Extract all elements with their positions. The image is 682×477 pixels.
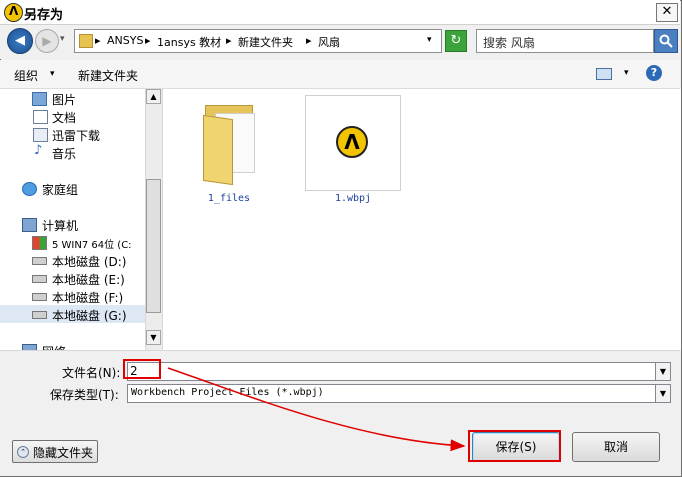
organize-button[interactable]: 组织: [14, 67, 38, 84]
address-dropdown-icon[interactable]: ▾: [427, 35, 432, 45]
nav-item-label: 文档: [52, 111, 77, 125]
ansys-logo-icon: Λ: [336, 126, 368, 158]
nav-item-drive-g[interactable]: 本地磁盘 (G:): [0, 305, 145, 323]
save-highlight-box: [468, 430, 561, 462]
close-button[interactable]: ✕: [656, 3, 678, 22]
nav-item-label: 图片: [52, 93, 77, 107]
breadcrumb-new-folder[interactable]: 新建文件夹: [238, 34, 293, 50]
music-icon: ♪: [34, 143, 43, 158]
nav-item-label: 计算机: [42, 219, 79, 233]
nav-item-drive-e[interactable]: 本地磁盘 (E:): [0, 269, 145, 287]
nav-item-label: 迅雷下载: [52, 129, 101, 143]
nav-item-label: 网络: [42, 343, 66, 350]
crumb-separator-icon[interactable]: ▸: [226, 34, 232, 47]
drive-icon: [32, 257, 47, 265]
forward-button[interactable]: ▶: [35, 29, 59, 53]
search-input[interactable]: 搜索 风扇: [476, 29, 654, 53]
address-bar[interactable]: ▸ ANSYS ▸ 1ansys 教材 ▸ 新建文件夹 ▸ 风扇 ▾: [74, 29, 442, 53]
nav-item-music[interactable]: ♪ 音乐: [0, 143, 145, 161]
nav-item-thunder-download[interactable]: 迅雷下载: [0, 125, 145, 143]
file-name: 1.wbpj: [334, 193, 372, 204]
title-bar: Λ 另存为 ✕: [0, 0, 680, 25]
navigation-pane: 图片 文档 迅雷下载 ♪ 音乐 家庭组 计算机 5 WIN7 64位 (C: 本…: [0, 89, 145, 350]
documents-icon: [33, 110, 48, 124]
nav-item-drive-d[interactable]: 本地磁盘 (D:): [0, 251, 145, 269]
file-list-pane: 1_files Λ 1.wbpj: [162, 89, 681, 350]
crumb-separator-icon[interactable]: ▸: [95, 34, 101, 47]
view-dropdown-icon[interactable]: ▾: [624, 68, 629, 78]
refresh-button[interactable]: ↻: [445, 30, 467, 52]
nav-item-label: 本地磁盘 (E:): [52, 273, 125, 287]
filetype-dropdown-icon[interactable]: ▼: [655, 384, 671, 403]
nav-item-label: 音乐: [52, 147, 77, 161]
file-name: 1_files: [207, 193, 251, 204]
nav-item-pictures[interactable]: 图片: [0, 89, 145, 107]
scroll-up-icon[interactable]: ▲: [146, 89, 161, 104]
scroll-thumb[interactable]: [146, 179, 161, 313]
new-folder-button[interactable]: 新建文件夹: [78, 67, 138, 84]
drive-icon: [32, 293, 47, 301]
filetype-label: 保存类型(T):: [50, 388, 119, 402]
windows-drive-icon: [32, 236, 47, 250]
pictures-icon: [32, 92, 47, 106]
ansys-logo-icon: Λ: [4, 3, 23, 22]
filetype-value: Workbench Project Files (*.wbpj): [131, 387, 324, 398]
computer-icon: [22, 218, 37, 232]
window-title: 另存为: [24, 8, 64, 23]
navigation-bar: ◀ ▶ ▾ ▸ ANSYS ▸ 1ansys 教材 ▸ 新建文件夹 ▸ 风扇 ▾…: [0, 25, 680, 59]
organize-dropdown-icon[interactable]: ▾: [50, 69, 55, 79]
nav-item-label: 本地磁盘 (D:): [52, 255, 127, 269]
folder-icon: [181, 95, 277, 191]
filename-dropdown-icon[interactable]: ▼: [655, 362, 671, 381]
crumb-separator-icon[interactable]: ▸: [306, 34, 312, 47]
folder-icon: [79, 34, 93, 48]
drive-icon: [32, 311, 47, 319]
back-button[interactable]: ◀: [7, 28, 33, 54]
search-placeholder: 搜索 风扇: [483, 36, 535, 50]
nav-item-network[interactable]: 网络: [0, 341, 145, 350]
homegroup-icon: [22, 182, 37, 196]
help-icon[interactable]: ?: [646, 65, 662, 81]
nav-item-label: 本地磁盘 (F:): [52, 291, 124, 305]
breadcrumb-1ansys-textbook[interactable]: 1ansys 教材: [157, 34, 221, 50]
cancel-button[interactable]: 取消: [572, 432, 660, 462]
hide-folders-label: 隐藏文件夹: [33, 446, 94, 460]
filename-input[interactable]: 2: [127, 362, 656, 381]
nav-item-drive-c[interactable]: 5 WIN7 64位 (C:: [0, 233, 145, 251]
scroll-down-icon[interactable]: ▼: [146, 330, 161, 345]
nav-item-drive-f[interactable]: 本地磁盘 (F:): [0, 287, 145, 305]
nav-item-label: 家庭组: [42, 183, 79, 197]
nav-item-computer[interactable]: 计算机: [0, 215, 145, 233]
save-form-panel: 文件名(N): 2 ▼ 保存类型(T): Workbench Project F…: [0, 350, 680, 476]
nav-item-documents[interactable]: 文档: [0, 107, 145, 125]
filetype-select[interactable]: Workbench Project Files (*.wbpj): [127, 384, 656, 403]
thunder-download-icon: [33, 128, 48, 142]
command-toolbar: 组织 ▾ 新建文件夹 ▾ ?: [0, 60, 680, 89]
view-options-icon[interactable]: [596, 68, 612, 80]
filename-highlight-box: [123, 359, 161, 379]
filename-label: 文件名(N):: [62, 366, 121, 380]
drive-icon: [32, 275, 47, 283]
workbench-project-icon: Λ: [305, 95, 401, 191]
nav-item-label: 本地磁盘 (G:): [52, 309, 127, 323]
search-icon[interactable]: [654, 29, 678, 53]
chevron-up-icon: ⌃: [17, 446, 29, 458]
nav-item-label: 5 WIN7 64位 (C:: [52, 240, 132, 251]
hide-folders-button[interactable]: ⌃ 隐藏文件夹: [12, 440, 98, 463]
history-dropdown-icon[interactable]: ▾: [60, 34, 65, 44]
crumb-separator-icon[interactable]: ▸: [145, 34, 151, 47]
breadcrumb-ansys[interactable]: ANSYS: [107, 34, 143, 47]
file-item-folder[interactable]: 1_files: [181, 95, 277, 207]
nav-item-homegroup[interactable]: 家庭组: [0, 179, 145, 197]
nav-pane-scrollbar[interactable]: ▲ ▼: [145, 89, 162, 350]
file-item-wbpj[interactable]: Λ 1.wbpj: [305, 95, 401, 207]
breadcrumb-fan[interactable]: 风扇: [318, 34, 340, 50]
